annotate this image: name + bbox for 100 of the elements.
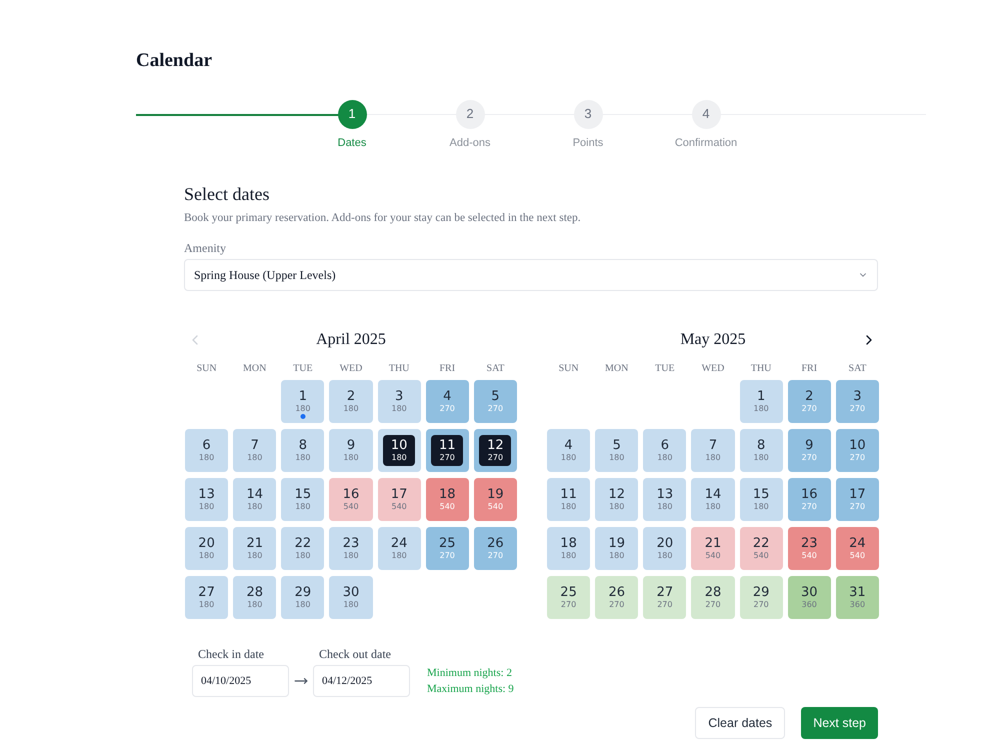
calendar-day[interactable]: 21 180 — [233, 527, 276, 570]
step-label: Dates — [338, 136, 366, 150]
calendar-day[interactable]: 29 180 — [281, 576, 324, 620]
clear-dates-button[interactable]: Clear dates — [695, 707, 786, 740]
calendar-day[interactable]: 4 180 — [547, 429, 590, 472]
calendar-day[interactable]: 16 270 — [788, 478, 831, 522]
calendar-day[interactable]: 11 270 — [426, 429, 469, 472]
check-out-field[interactable]: 04/12/2025 — [313, 665, 410, 698]
calendar-day[interactable]: 17 540 — [378, 478, 421, 522]
weekday-label: SUN — [558, 362, 580, 376]
day-price: 270 — [488, 551, 504, 562]
calendar-day[interactable]: 26 270 — [595, 576, 638, 620]
calendar-day[interactable]: 8 180 — [740, 429, 783, 472]
calendar-day[interactable]: 30 180 — [329, 576, 373, 620]
next-step-button[interactable]: Next step — [801, 707, 878, 740]
calendar-day[interactable]: 5 180 — [595, 429, 638, 472]
calendar-day[interactable]: 27 180 — [185, 576, 228, 620]
calendar-day[interactable]: 20 180 — [643, 527, 686, 570]
day-price: 180 — [247, 453, 262, 464]
calendar-day[interactable]: 15 180 — [281, 478, 324, 522]
day-price: 270 — [850, 453, 866, 464]
calendar-day[interactable]: 26 270 — [474, 527, 517, 570]
weekday-label: WED — [338, 362, 364, 376]
calendar-day[interactable]: 27 270 — [643, 576, 686, 620]
day-number: 3 — [853, 389, 862, 404]
calendar-day[interactable]: 18 540 — [426, 478, 469, 522]
amenity-select[interactable]: Spring House (Upper Levels) — [184, 259, 878, 292]
day-price: 540 — [488, 502, 504, 512]
calendar-day[interactable]: 25 270 — [547, 576, 590, 620]
calendar-day[interactable]: 30 360 — [788, 576, 831, 620]
calendar-day[interactable]: 1 180 — [740, 380, 783, 424]
calendar-day[interactable]: 13 180 — [643, 478, 686, 522]
day-price: 180 — [705, 502, 721, 512]
calendar-day[interactable]: 8 180 — [281, 429, 324, 472]
calendar-day[interactable]: 23 540 — [788, 527, 831, 570]
calendar-day[interactable]: 4 270 — [426, 380, 469, 424]
night-rule-text: Maximum nights: 9 — [427, 682, 514, 698]
calendar-day[interactable]: 3 270 — [836, 380, 879, 424]
calendar-day[interactable]: 21 540 — [691, 527, 735, 570]
calendar-day[interactable]: 20 180 — [185, 527, 228, 570]
calendar-day[interactable]: 13 180 — [185, 478, 228, 522]
day-price: 180 — [657, 551, 672, 562]
step-label: Confirmation — [674, 136, 738, 150]
day-number: 18 — [560, 536, 577, 552]
calendar-day[interactable]: 6 180 — [185, 429, 228, 472]
day-price: 270 — [850, 502, 866, 512]
calendar-day[interactable]: 12 180 — [595, 478, 638, 522]
section-title: Select dates — [184, 183, 270, 206]
day-number: 27 — [656, 585, 674, 600]
calendar-day[interactable]: 28 180 — [233, 576, 276, 620]
calendar-day[interactable]: 7 180 — [233, 429, 276, 472]
day-price: 270 — [488, 453, 504, 464]
day-price: 540 — [440, 502, 455, 512]
calendar-day[interactable]: 6 180 — [643, 429, 686, 472]
day-number: 12 — [608, 487, 625, 502]
day-number: 5 — [491, 389, 500, 404]
day-price: 180 — [295, 404, 310, 414]
calendar-day[interactable]: 9 270 — [788, 429, 831, 472]
day-price: 540 — [850, 551, 866, 562]
day-price: 180 — [560, 551, 576, 562]
calendar-day[interactable]: 15 180 — [740, 478, 783, 522]
calendar-day[interactable]: 10 270 — [836, 429, 879, 472]
calendar-day[interactable]: 19 180 — [595, 527, 638, 570]
calendar-day[interactable]: 9 180 — [329, 429, 373, 472]
day-price: 180 — [198, 502, 214, 512]
step-label: Points — [572, 136, 604, 150]
calendar-day[interactable]: 28 270 — [691, 576, 735, 620]
calendar-day[interactable]: 29 270 — [740, 576, 783, 620]
calendar-day[interactable]: 19 540 — [474, 478, 517, 522]
calendar-day[interactable]: 16 540 — [329, 478, 373, 522]
calendar-day[interactable]: 5 270 — [474, 380, 517, 424]
day-price: 360 — [850, 600, 866, 610]
calendar-day[interactable]: 11 180 — [547, 478, 590, 522]
calendar-day[interactable]: 24 180 — [378, 527, 421, 570]
calendar-day[interactable]: 17 270 — [836, 478, 879, 522]
calendar-day[interactable]: 22 180 — [281, 527, 324, 570]
section-description: Book your primary reservation. Add-ons for your stay can be selected in the next step. — [184, 211, 582, 226]
day-number: 18 — [439, 487, 456, 502]
day-number: 25 — [439, 536, 456, 552]
day-number: 31 — [849, 585, 866, 600]
day-price: 270 — [802, 404, 817, 414]
calendar-day[interactable]: 1 180 — [281, 380, 324, 424]
calendar-day[interactable]: 7 180 — [691, 429, 735, 472]
calendar-day[interactable]: 22 540 — [740, 527, 783, 570]
calendar-day[interactable]: 14 180 — [691, 478, 735, 522]
calendar-day[interactable]: 12 270 — [474, 429, 517, 472]
calendar-day[interactable]: 25 270 — [426, 527, 469, 570]
day-number: 16 — [801, 487, 818, 502]
calendar-day[interactable]: 31 360 — [836, 576, 879, 620]
calendar-day[interactable]: 14 180 — [233, 478, 276, 522]
calendar-day[interactable]: 18 180 — [547, 527, 590, 570]
day-number: 13 — [198, 487, 215, 502]
calendar-day[interactable]: 23 180 — [329, 527, 373, 570]
calendar-day[interactable]: 10 180 — [378, 429, 421, 472]
calendar-day[interactable]: 3 180 — [378, 380, 421, 424]
calendar-day[interactable]: 2 270 — [788, 380, 831, 424]
calendar-day[interactable]: 2 180 — [329, 380, 373, 424]
day-price: 270 — [440, 404, 455, 414]
check-in-field[interactable]: 04/10/2025 — [192, 665, 289, 698]
calendar-day[interactable]: 24 540 — [836, 527, 879, 570]
